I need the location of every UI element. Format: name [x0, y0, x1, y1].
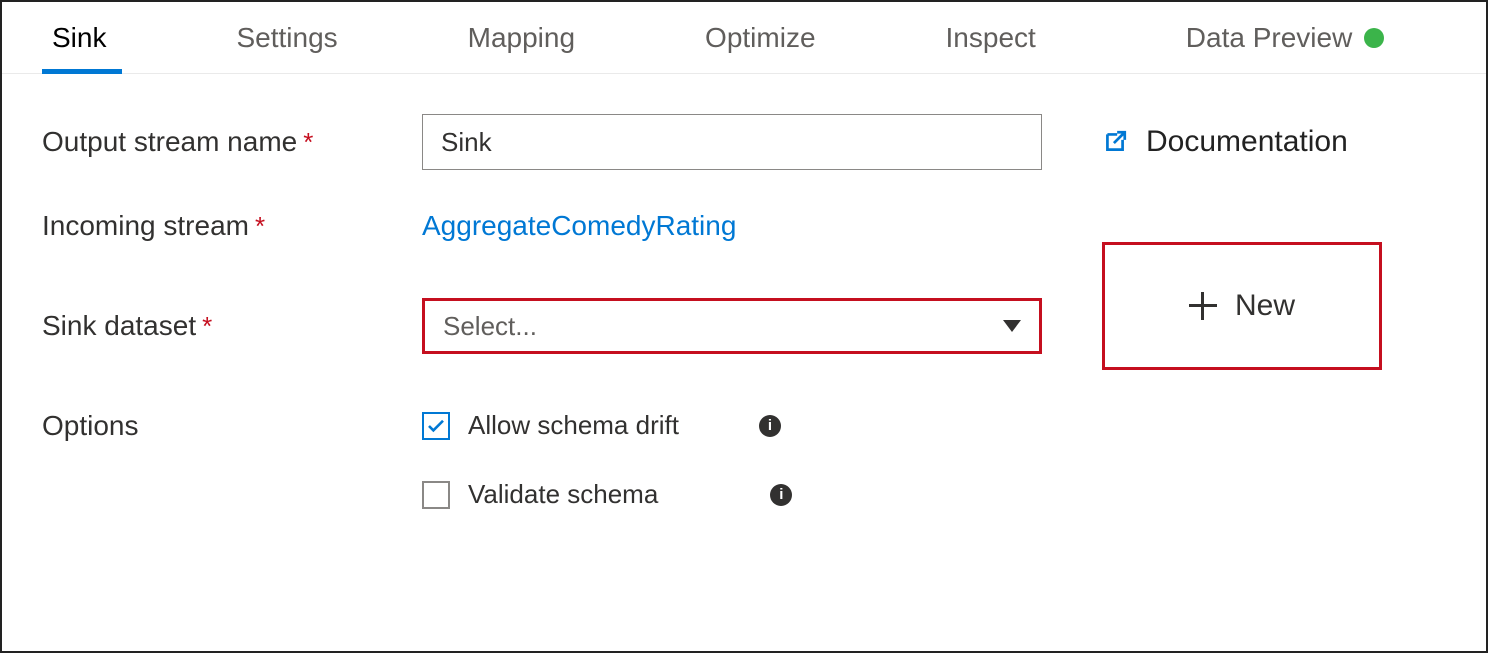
info-icon[interactable]: i	[759, 415, 781, 437]
sink-config-panel: Sink Settings Mapping Optimize Inspect D…	[0, 0, 1488, 653]
form-content: Output stream name * Documentation Incom…	[2, 74, 1486, 548]
validate-schema-label: Validate schema	[468, 479, 658, 510]
label-output-stream-name: Output stream name *	[42, 126, 422, 158]
status-dot-icon	[1364, 28, 1384, 48]
label-incoming-stream: Incoming stream *	[42, 210, 422, 242]
tab-inspect-label: Inspect	[946, 22, 1036, 54]
tab-mapping[interactable]: Mapping	[438, 2, 605, 74]
select-placeholder: Select...	[443, 311, 537, 342]
new-button[interactable]: New	[1102, 242, 1382, 370]
row-output-stream-name: Output stream name * Documentation	[42, 114, 1446, 170]
label-sink-dataset: Sink dataset *	[42, 310, 422, 342]
option-validate-schema: Validate schema i	[422, 479, 792, 510]
tab-data-preview-label: Data Preview	[1186, 22, 1353, 54]
validate-schema-checkbox[interactable]	[422, 481, 450, 509]
required-asterisk: *	[303, 127, 313, 158]
incoming-stream-link[interactable]: AggregateComedyRating	[422, 210, 736, 242]
tab-mapping-label: Mapping	[468, 22, 575, 54]
plus-icon	[1189, 292, 1217, 320]
tab-sink-label: Sink	[52, 22, 106, 54]
allow-schema-drift-checkbox[interactable]	[422, 412, 450, 440]
tabs-bar: Sink Settings Mapping Optimize Inspect D…	[2, 2, 1486, 74]
output-stream-name-input[interactable]	[422, 114, 1042, 170]
tab-inspect[interactable]: Inspect	[916, 2, 1066, 74]
tab-settings-label: Settings	[236, 22, 337, 54]
documentation-label: Documentation	[1146, 125, 1348, 159]
tab-optimize-label: Optimize	[705, 22, 815, 54]
row-incoming-stream: Incoming stream * AggregateComedyRating	[42, 210, 1446, 242]
tab-optimize[interactable]: Optimize	[675, 2, 845, 74]
allow-schema-drift-label: Allow schema drift	[468, 410, 679, 441]
label-options: Options	[42, 410, 422, 442]
tab-data-preview[interactable]: Data Preview	[1156, 2, 1415, 74]
new-button-label: New	[1235, 289, 1295, 323]
checkmark-icon	[427, 419, 445, 433]
required-asterisk: *	[255, 211, 265, 242]
required-asterisk: *	[202, 311, 212, 342]
tab-active-indicator	[42, 69, 122, 74]
row-sink-dataset: Sink dataset * Select... New	[42, 282, 1446, 370]
external-link-icon	[1102, 129, 1128, 155]
option-allow-schema-drift: Allow schema drift i	[422, 410, 781, 441]
tab-settings[interactable]: Settings	[206, 2, 367, 74]
tab-sink[interactable]: Sink	[22, 2, 136, 74]
sink-dataset-select[interactable]: Select...	[422, 298, 1042, 354]
row-options: Options Allow schema drift i Validate sc…	[42, 410, 1446, 548]
documentation-link[interactable]: Documentation	[1102, 125, 1348, 159]
caret-down-icon	[1003, 320, 1021, 332]
info-icon[interactable]: i	[770, 484, 792, 506]
